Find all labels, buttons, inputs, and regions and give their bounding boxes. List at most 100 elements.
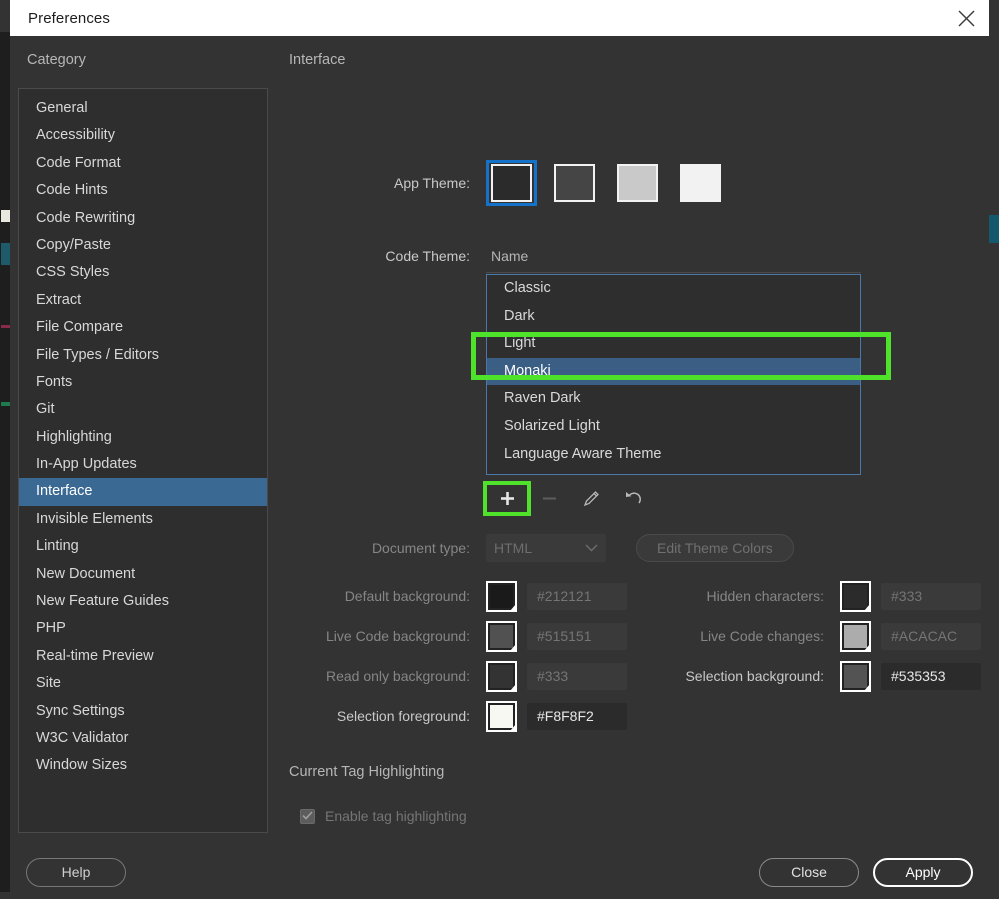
color-swatch-fill bbox=[490, 664, 513, 688]
document-type-value: HTML bbox=[494, 540, 533, 556]
code-theme-list[interactable]: Classic Dark Light Monaki Raven Dark Solarize… bbox=[486, 274, 861, 475]
sidebar-item-new-feature-guides[interactable]: New Feature Guides bbox=[19, 588, 267, 615]
sidebar-item-new-document[interactable]: New Document bbox=[19, 561, 267, 588]
color-field-row: Live Code background: #515151 Live Code ch… bbox=[280, 616, 981, 656]
checkmark-icon bbox=[302, 807, 313, 825]
background-chip bbox=[1, 243, 10, 265]
color-swatch-picker[interactable] bbox=[486, 660, 517, 692]
color-field-label: Default background: bbox=[344, 588, 470, 604]
tag-highlighting-title: Current Tag Highlighting bbox=[289, 764, 445, 780]
help-button[interactable]: Help bbox=[26, 857, 126, 887]
sidebar-item-git[interactable]: Git bbox=[19, 396, 267, 423]
sidebar-item-w3c-validator[interactable]: W3C Validator bbox=[19, 725, 267, 752]
color-field-label: Selection background: bbox=[685, 668, 824, 684]
theme-list-item-label: Raven Dark bbox=[504, 390, 581, 407]
document-type-row: Document type: HTML Edit Theme Colors bbox=[280, 534, 981, 562]
theme-list-item[interactable]: Classic bbox=[487, 275, 860, 303]
app-theme-swatch-darkest[interactable] bbox=[486, 160, 537, 206]
background-chip bbox=[1, 325, 10, 328]
theme-list-item[interactable]: Language Aware Theme bbox=[487, 441, 860, 469]
app-theme-swatch-group[interactable] bbox=[486, 160, 726, 206]
color-swatch-picker[interactable] bbox=[486, 700, 517, 732]
color-hex-input[interactable]: #535353 bbox=[881, 662, 981, 690]
theme-list-item[interactable]: Dark bbox=[487, 303, 860, 331]
dialog-body: Category General Accessibility Code Format… bbox=[10, 36, 989, 899]
sidebar-item-label: Real-time Preview bbox=[36, 647, 154, 664]
document-type-select[interactable]: HTML bbox=[486, 534, 606, 562]
edit-theme-colors-button: Edit Theme Colors bbox=[636, 534, 794, 562]
dialog-titlebar: Preferences bbox=[10, 0, 989, 36]
theme-list-item-label: Language Aware Theme bbox=[504, 445, 662, 462]
color-field-label: Live Code background: bbox=[326, 628, 470, 644]
theme-list-item[interactable]: Raven Dark bbox=[487, 385, 860, 413]
color-hex-input[interactable]: #333 bbox=[881, 582, 981, 610]
chevron-down-icon bbox=[585, 539, 598, 557]
edit-theme-button[interactable] bbox=[570, 484, 612, 513]
sidebar-item-accessibility[interactable]: Accessibility bbox=[19, 122, 267, 149]
color-field-row: Default background: #212121 Hidden charact… bbox=[280, 576, 981, 616]
app-theme-swatch-light[interactable] bbox=[612, 160, 663, 206]
sidebar-item-file-types-editors[interactable]: File Types / Editors bbox=[19, 342, 267, 369]
app-theme-swatch-fill bbox=[617, 164, 658, 202]
color-hex-input[interactable]: #212121 bbox=[527, 582, 627, 610]
sidebar-item-window-sizes[interactable]: Window Sizes bbox=[19, 752, 267, 779]
interface-settings-pane: Interface App Theme: Code Theme: Name Cl… bbox=[280, 52, 981, 876]
sidebar-item-site[interactable]: Site bbox=[19, 670, 267, 697]
apply-button[interactable]: Apply bbox=[873, 857, 973, 887]
sidebar-item-interface[interactable]: Interface bbox=[19, 478, 267, 506]
sidebar-item-code-hints[interactable]: Code Hints bbox=[19, 177, 267, 204]
sidebar-item-fonts[interactable]: Fonts bbox=[19, 369, 267, 396]
theme-list-item-label: Light bbox=[504, 335, 536, 352]
color-swatch-picker[interactable] bbox=[486, 620, 517, 652]
close-icon[interactable] bbox=[943, 0, 989, 36]
color-swatch-fill bbox=[490, 704, 513, 728]
sidebar-item-php[interactable]: PHP bbox=[19, 615, 267, 642]
app-theme-swatch-dark[interactable] bbox=[549, 160, 600, 206]
sidebar-item-linting[interactable]: Linting bbox=[19, 533, 267, 560]
add-theme-button[interactable] bbox=[483, 481, 531, 516]
sidebar-item-copy-paste[interactable]: Copy/Paste bbox=[19, 232, 267, 259]
sidebar-item-sync-settings[interactable]: Sync Settings bbox=[19, 698, 267, 725]
sidebar-item-label: Fonts bbox=[36, 373, 73, 390]
app-theme-swatch-fill bbox=[491, 164, 532, 202]
code-theme-label: Code Theme: bbox=[385, 248, 470, 264]
color-swatch-picker[interactable] bbox=[840, 620, 871, 652]
color-hex-input[interactable]: #333 bbox=[527, 662, 627, 690]
sidebar-item-general[interactable]: General bbox=[19, 95, 267, 122]
close-button[interactable]: Close bbox=[759, 857, 859, 887]
sidebar-item-real-time-preview[interactable]: Real-time Preview bbox=[19, 643, 267, 670]
sidebar-item-code-format[interactable]: Code Format bbox=[19, 150, 267, 177]
sidebar-item-label: Accessibility bbox=[36, 127, 115, 144]
app-theme-row: App Theme: bbox=[280, 160, 981, 206]
background-chip bbox=[1, 210, 10, 222]
color-swatch-picker[interactable] bbox=[840, 580, 871, 612]
color-hex-input[interactable]: #F8F8F2 bbox=[527, 702, 627, 730]
sidebar-item-file-compare[interactable]: File Compare bbox=[19, 314, 267, 341]
reset-theme-button[interactable] bbox=[612, 484, 654, 513]
category-list[interactable]: General Accessibility Code Format Code Hint… bbox=[18, 88, 268, 833]
sidebar-item-highlighting[interactable]: Highlighting bbox=[19, 424, 267, 451]
theme-list-item[interactable]: Monaki bbox=[487, 357, 860, 386]
enable-tag-highlighting-checkbox bbox=[300, 807, 315, 825]
sidebar-item-extract[interactable]: Extract bbox=[19, 287, 267, 314]
theme-list-item[interactable]: Solarized Light bbox=[487, 413, 860, 441]
color-swatch-picker[interactable] bbox=[486, 580, 517, 612]
sidebar-item-label: New Document bbox=[36, 565, 136, 582]
theme-list-item[interactable]: Light bbox=[487, 330, 860, 358]
sidebar-item-label: Git bbox=[36, 401, 55, 418]
sidebar-item-invisible-elements[interactable]: Invisible Elements bbox=[19, 506, 267, 533]
theme-list-item-label: Dark bbox=[504, 307, 535, 324]
preferences-dialog: Preferences Category General Accessibilit… bbox=[10, 0, 989, 899]
sidebar-item-label: File Compare bbox=[36, 319, 124, 336]
color-swatch-picker[interactable] bbox=[840, 660, 871, 692]
color-hex-input[interactable]: #515151 bbox=[527, 622, 627, 650]
sidebar-item-in-app-updates[interactable]: In-App Updates bbox=[19, 451, 267, 478]
code-theme-toolbar bbox=[483, 481, 654, 516]
background-chip bbox=[1, 402, 10, 406]
color-hex-input[interactable]: #ACACAC bbox=[881, 622, 981, 650]
app-theme-swatch-lightest[interactable] bbox=[675, 160, 726, 206]
enable-tag-highlighting-row[interactable]: Enable tag highlighting bbox=[300, 808, 981, 824]
sidebar-item-css-styles[interactable]: CSS Styles bbox=[19, 259, 267, 286]
sidebar-item-code-rewriting[interactable]: Code Rewriting bbox=[19, 205, 267, 232]
sidebar-item-label: Window Sizes bbox=[36, 757, 128, 774]
